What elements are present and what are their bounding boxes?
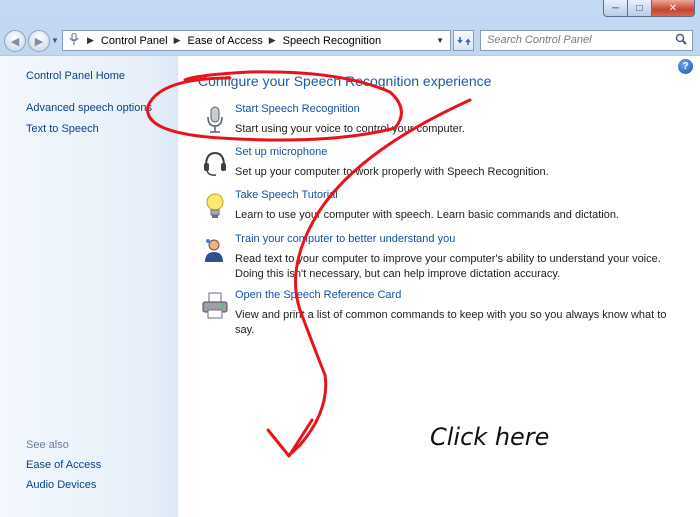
take-speech-tutorial-link[interactable]: Take Speech Tutorial [235,189,338,201]
sidebar: Control Panel Home Advanced speech optio… [0,55,178,517]
task-description: View and print a list of common commands… [235,309,667,336]
start-speech-recognition-link[interactable]: Start Speech Recognition [235,103,360,115]
maximize-button[interactable]: □ [627,0,652,17]
address-bar[interactable]: ▶ Control Panel ▶ Ease of Access ▶ Speec… [62,30,451,51]
title-bar: ─ □ ✕ [0,0,700,26]
refresh-button[interactable] [453,30,474,51]
control-panel-home-link[interactable]: Control Panel Home [26,70,125,82]
text-to-speech-link[interactable]: Text to Speech [26,123,99,135]
train-computer-link[interactable]: Train your computer to better understand… [235,233,455,245]
user-speech-icon [205,239,223,262]
close-button[interactable]: ✕ [651,0,695,17]
search-input[interactable]: Search Control Panel [487,34,592,46]
breadcrumb-separator-icon[interactable]: ▶ [174,35,181,46]
breadcrumb-ease-of-access[interactable]: Ease of Access [188,35,263,47]
page-title: Configure your Speech Recognition experi… [198,73,492,89]
control-panel-window: ─ □ ✕ ◀ ▶ ▼ ▶ Control Panel ▶ Ease of Ac… [0,0,700,517]
control-panel-icon [67,32,81,48]
microphone-icon [207,106,223,133]
headset-icon [204,151,226,176]
breadcrumb-separator-icon[interactable]: ▶ [87,35,94,46]
see-also-heading: See also [26,439,69,451]
minimize-button[interactable]: ─ [603,0,628,17]
task-description: Learn to use your computer with speech. … [235,209,619,221]
search-box[interactable]: Search Control Panel [480,30,693,51]
click-here-annotation: Click here [430,423,550,451]
recent-pages-dropdown[interactable]: ▼ [51,36,59,45]
address-dropdown-icon[interactable]: ▼ [436,36,444,45]
task-description: Set up your computer to work properly wi… [235,166,549,178]
refresh-icon [456,36,471,45]
advanced-speech-options-link[interactable]: Advanced speech options [26,102,152,114]
set-up-microphone-link[interactable]: Set up microphone [235,146,327,158]
lightbulb-icon [206,193,224,218]
help-button[interactable]: ? [678,59,693,74]
open-speech-reference-card-link[interactable]: Open the Speech Reference Card [235,289,401,301]
task-description: Read text to your computer to improve yo… [235,253,661,280]
breadcrumb-separator-icon[interactable]: ▶ [269,35,276,46]
audio-devices-link[interactable]: Audio Devices [26,479,96,491]
task-description: Start using your voice to control your c… [235,123,465,135]
forward-button[interactable]: ▶ [28,30,50,52]
back-button[interactable]: ◀ [4,30,26,52]
breadcrumb-control-panel[interactable]: Control Panel [101,35,168,47]
navigation-bar: ◀ ▶ ▼ ▶ Control Panel ▶ Ease of Access ▶… [0,27,700,54]
printer-icon [202,292,228,319]
ease-of-access-link[interactable]: Ease of Access [26,459,101,471]
breadcrumb-speech-recognition[interactable]: Speech Recognition [283,35,381,47]
search-icon[interactable] [675,33,687,48]
